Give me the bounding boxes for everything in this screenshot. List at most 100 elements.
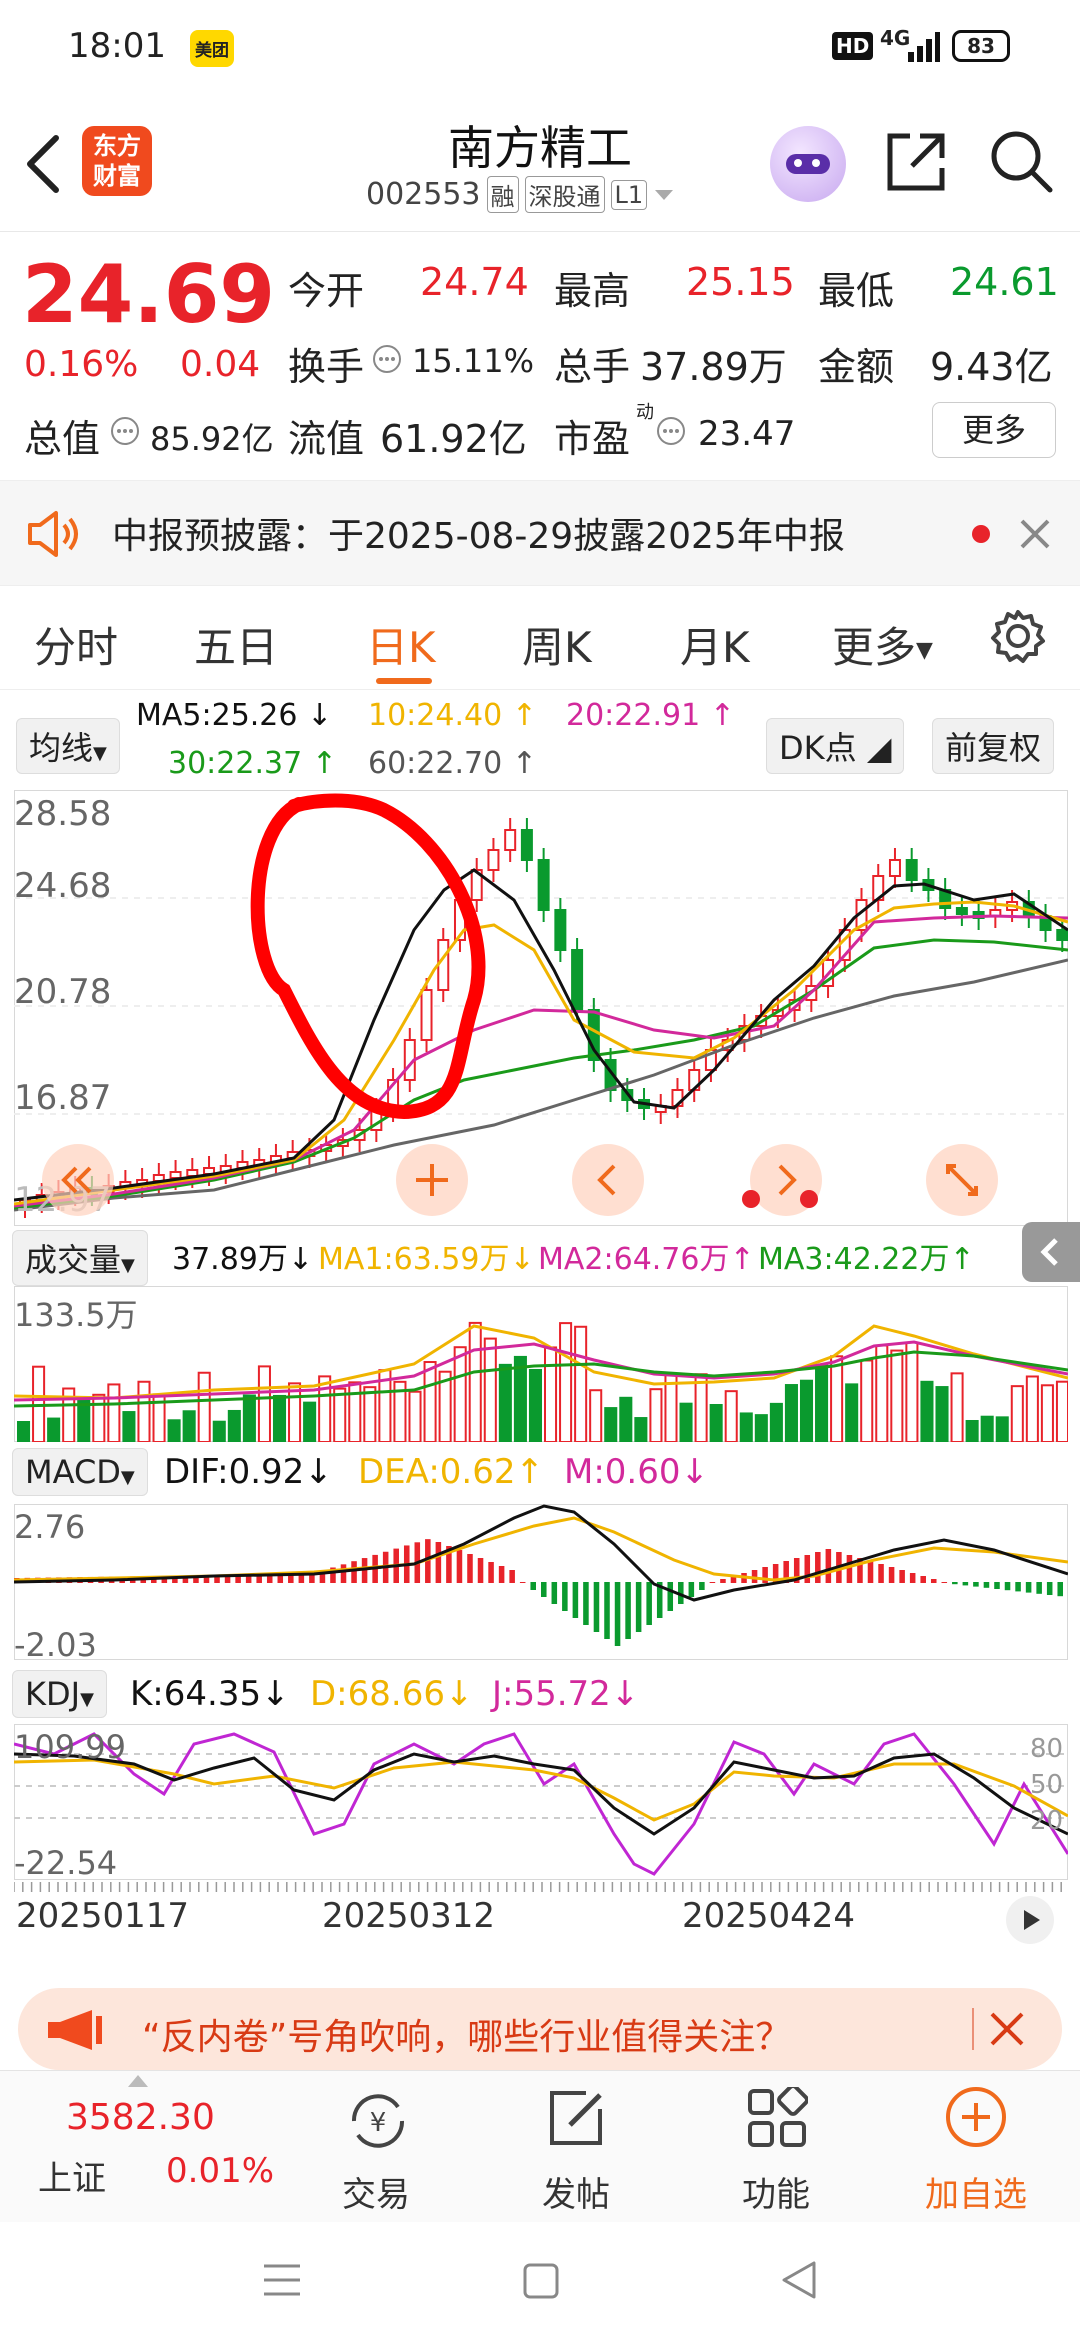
volume-chart[interactable] [14, 1286, 1068, 1442]
volume-value: 37.89万 [640, 345, 787, 389]
candle-body [554, 909, 567, 951]
scroll-right-button[interactable] [1006, 1896, 1054, 1944]
volume-bar [890, 1349, 904, 1442]
pan-left-button[interactable] [572, 1144, 644, 1216]
vol-ma1-value: MA1:63.59万 [318, 1242, 510, 1277]
open-label: 今开 [288, 269, 365, 313]
low-value: 24.61 [950, 260, 1059, 304]
tab-more-label: 更多 [832, 623, 917, 672]
macd-bar [667, 1582, 674, 1611]
candle-body [1056, 929, 1068, 941]
pan-left-fast-button[interactable] [42, 1144, 114, 1216]
volume-bar [197, 1371, 211, 1442]
kdj-chart[interactable] [14, 1724, 1068, 1880]
macd-bar [720, 1579, 726, 1583]
chevron-left-icon [1040, 1238, 1058, 1266]
macd-bar [994, 1582, 1000, 1589]
macd-bar [815, 1552, 821, 1583]
nav-functions[interactable]: 功能 [676, 2071, 876, 2223]
nav-trade[interactable]: ¥ 交易 [276, 2071, 476, 2223]
info-circle-icon[interactable] [656, 416, 686, 446]
info-circle-icon[interactable] [372, 344, 402, 374]
crosshair-button[interactable] [396, 1144, 468, 1216]
dropdown-triangle-icon: ▼ [120, 1467, 135, 1488]
fullscreen-button[interactable] [926, 1144, 998, 1216]
vol-ma3-value: MA3:42.22万 [758, 1242, 950, 1277]
macd-bar [1057, 1582, 1063, 1597]
meituan-app-badge: 美团 [190, 30, 234, 67]
volume-selector[interactable]: 成交量▼ [12, 1230, 148, 1286]
macd-bar [509, 1570, 515, 1583]
ma-selector[interactable]: 均线▼ [16, 718, 120, 774]
back-triangle-icon[interactable] [780, 2260, 818, 2300]
price-adjust-button[interactable]: 前复权 [932, 718, 1055, 774]
macd-bar [1036, 1582, 1042, 1594]
macd-selector-label: MACD [25, 1453, 121, 1491]
macd-bar [477, 1558, 484, 1583]
kdj-selector[interactable]: KDJ▼ [12, 1670, 107, 1718]
volume-bar [1010, 1385, 1024, 1442]
macd-axis-top: 2.76 [14, 1508, 86, 1546]
more-button[interactable]: 更多 [932, 402, 1056, 458]
menu-icon[interactable] [262, 2262, 302, 2298]
promo-banner[interactable]: “反内卷”号角吹响，哪些行业值得关注？ [18, 1988, 1062, 2070]
volume-bar [363, 1386, 377, 1442]
amount-value: 9.43亿 [930, 345, 1053, 389]
kdj-j-legend: J:55.72↓ [492, 1674, 640, 1714]
notice-bar[interactable]: 中报预披露：于2025-08-29披露2025年中报 [0, 480, 1080, 586]
macd-bar [709, 1582, 716, 1583]
macd-bar [962, 1582, 969, 1586]
macd-chart[interactable] [14, 1504, 1068, 1660]
nav-post[interactable]: 发帖 [476, 2071, 676, 2223]
candlestick-chart[interactable] [14, 790, 1068, 1226]
banner-text: “反内卷”号角吹响，哪些行业值得关注？ [142, 2017, 792, 2058]
macd-selector[interactable]: MACD▼ [12, 1448, 148, 1496]
tab-daily-k[interactable]: 日K [366, 614, 436, 675]
macd-bar [1004, 1582, 1011, 1591]
quote-panel: 24.69 0.16% 0.04 今开 24.74 最高 25.15 最低 24… [0, 232, 1080, 480]
trade-yen-icon: ¥ [351, 2094, 405, 2148]
volume-bar [483, 1337, 497, 1442]
close-icon[interactable] [1018, 517, 1052, 551]
tab-more[interactable]: 更多▼ [832, 614, 933, 675]
dk-point-button[interactable]: DK点 ◢ [766, 718, 905, 774]
stock-code-row: 002553 融 深股通 L1 [366, 176, 675, 213]
volume-bar [649, 1388, 663, 1442]
nav-add-watchlist[interactable]: 加自选 [876, 2071, 1076, 2223]
macd-bar [646, 1582, 652, 1625]
tab-five-day[interactable]: 五日 [194, 614, 278, 675]
candle-body [520, 829, 533, 861]
tab-intraday[interactable]: 分时 [34, 614, 118, 675]
market-cap-label: 总值 [24, 417, 101, 461]
close-icon[interactable] [988, 2010, 1026, 2048]
kdj-level-80: 80 [1030, 1734, 1064, 1764]
index-quote[interactable]: 3582.30 上证 0.01% [0, 2071, 274, 2223]
play-triangle-icon [1024, 1910, 1040, 1930]
ma10-legend: 10:24.40 ↑ [368, 698, 537, 733]
macd-bar [551, 1582, 558, 1604]
tab-weekly-k[interactable]: 周K [522, 614, 592, 675]
notice-text: 中报预披露：于2025-08-29披露2025年中报 [112, 516, 845, 557]
high-label: 最高 [554, 269, 631, 313]
stock-code: 002553 [366, 177, 481, 212]
gear-icon[interactable] [990, 608, 1046, 664]
macd-bar [456, 1550, 463, 1583]
ai-assistant-avatar[interactable] [770, 126, 846, 202]
macd-bar [699, 1582, 705, 1590]
share-icon[interactable] [884, 130, 948, 194]
search-icon[interactable] [988, 128, 1054, 194]
dropdown-triangle-icon[interactable] [653, 188, 675, 202]
dropdown-triangle-icon: ▼ [916, 638, 933, 663]
side-panel-toggle[interactable] [1022, 1222, 1080, 1282]
signal-icon [908, 32, 940, 62]
last-price: 24.69 [22, 248, 276, 341]
kdj-axis-bottom: -22.54 [14, 1844, 118, 1882]
volume-bar [122, 1411, 136, 1442]
tab-monthly-k[interactable]: 月K [680, 614, 750, 675]
home-square-icon[interactable] [522, 2262, 560, 2300]
speaker-icon [28, 511, 78, 557]
candle-body [487, 849, 500, 871]
macd-bar [825, 1549, 832, 1583]
info-circle-icon[interactable] [110, 416, 140, 446]
volume-bar [784, 1384, 798, 1442]
